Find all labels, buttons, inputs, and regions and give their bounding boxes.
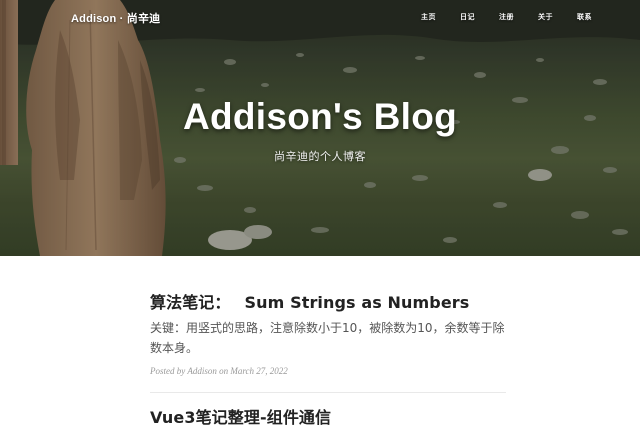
post-subtitle[interactable]: 关键：用竖式的思路，注意除数小于10，被除数为10，余数等于除数本身。 [150, 318, 506, 358]
post-title-en[interactable]: Sum Strings as Numbers [245, 293, 470, 312]
nav-item-diary[interactable]: 日记 [448, 12, 487, 22]
post-preview: 算法笔记： Sum Strings as Numbers 关键：用竖式的思路，注意… [150, 292, 506, 376]
hero-title: Addison's Blog [182, 96, 458, 137]
nav-item-register[interactable]: 注册 [487, 12, 526, 22]
post-meta-prefix: Posted by [150, 366, 186, 376]
post-title-cn[interactable]: 算法笔记： [150, 293, 231, 312]
nav-item-home[interactable]: 主页 [409, 12, 448, 22]
post-title-link[interactable]: 算法笔记： Sum Strings as Numbers [150, 292, 506, 314]
post-meta: Posted by Addison on March 27, 2022 [150, 366, 506, 376]
hero-banner: Addison · 尚辛迪 主页 日记 注册 关于 联系 Addison's B… [0, 0, 640, 256]
post-date: March 27, 2022 [230, 366, 288, 376]
nav-item-about[interactable]: 关于 [526, 12, 565, 22]
nav-item-contact[interactable]: 联系 [565, 12, 604, 22]
site-brand-link[interactable]: Addison · 尚辛迪 [71, 10, 160, 26]
hero-subtitle: 尚辛迪的个人博客 [274, 151, 366, 163]
main-nav: 主页 日记 注册 关于 联系 [409, 12, 604, 22]
post-author-link[interactable]: Addison [187, 366, 217, 376]
post-meta-on: on [219, 366, 229, 376]
post-list: 算法笔记： Sum Strings as Numbers 关键：用竖式的思路，注意… [150, 292, 506, 429]
post-divider [150, 392, 506, 393]
